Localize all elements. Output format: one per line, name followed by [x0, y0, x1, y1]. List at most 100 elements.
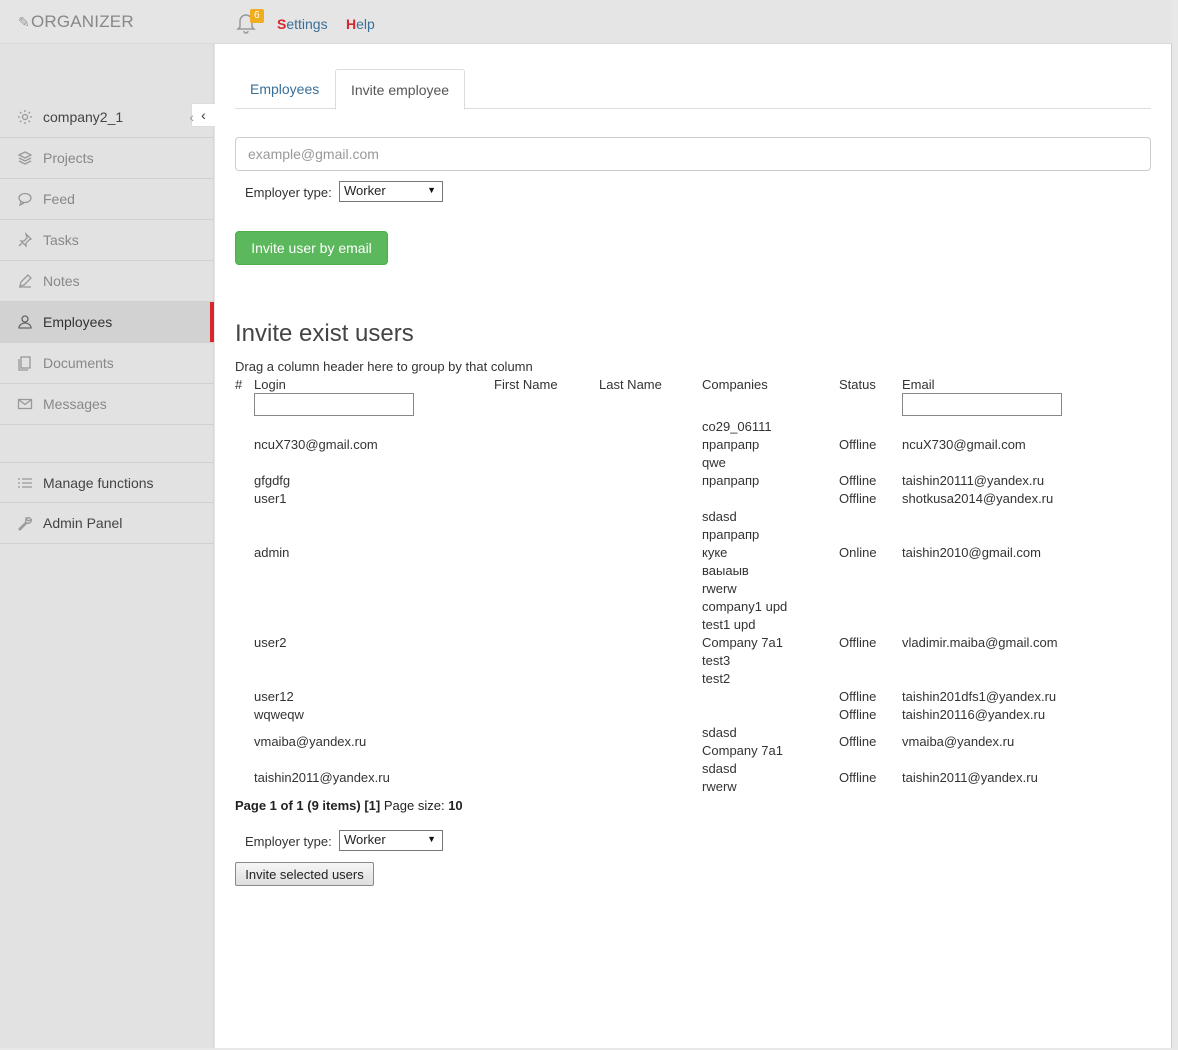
column-header-email[interactable]: Email	[902, 377, 935, 392]
email-cell: vladimir.maiba@gmail.com	[902, 635, 1058, 650]
email-cell: shotkusa2014@yandex.ru	[902, 491, 1054, 506]
sidebar-item-messages[interactable]: Messages	[0, 384, 214, 425]
email-cell: taishin20116@yandex.ru	[902, 707, 1046, 722]
chevron-left-icon: ‹	[189, 109, 194, 125]
gear-icon	[16, 108, 34, 126]
column-header-first-name[interactable]: First Name	[494, 377, 558, 392]
pager-page-link[interactable]: [1]	[364, 798, 380, 813]
settings-link-text: ettings	[286, 16, 328, 32]
help-link-initial: H	[346, 16, 357, 32]
email-cell: taishin2011@yandex.ru	[902, 770, 1038, 785]
company-cell: куке	[702, 545, 728, 560]
company-cell: test3	[702, 653, 731, 668]
company-cell: rwerw	[702, 581, 737, 596]
app-window: ✎ORGANIZER 6 Settings Help ‹ company2_1 …	[0, 0, 1178, 1050]
tab-bar: Employees Invite employee	[235, 69, 1151, 110]
sidebar-item-label: Tasks	[43, 232, 79, 248]
company-cell: Company 7a1	[702, 743, 783, 758]
company-cell: qwe	[702, 455, 726, 470]
company-cell: test2	[702, 671, 731, 686]
company-cell: test1 upd	[702, 617, 756, 632]
sidebar-item-label: Feed	[43, 191, 75, 207]
company-cell: ваыаыв	[702, 563, 749, 578]
sidebar-item-label: Employees	[43, 314, 113, 330]
users-icon	[16, 313, 34, 331]
help-link-text: elp	[356, 16, 375, 32]
status-cell: Offline	[839, 473, 877, 488]
sidebar-item-label: Manage functions	[43, 474, 154, 491]
column-header-number[interactable]: #	[235, 377, 242, 392]
employer-type-label: Employer type:	[245, 834, 332, 849]
notifications-badge: 6	[250, 9, 264, 23]
sidebar-item-admin-panel[interactable]: Admin Panel	[0, 503, 214, 544]
email-cell: vmaiba@yandex.ru	[902, 734, 1015, 749]
sidebar-item-notes[interactable]: Notes	[0, 261, 214, 302]
company-cell: co29_06111	[702, 419, 772, 434]
login-cell: admin	[254, 545, 290, 560]
app-logo[interactable]: ✎ORGANIZER	[18, 12, 134, 32]
tab-employees[interactable]: Employees	[235, 69, 334, 109]
login-cell: taishin2011@yandex.ru	[254, 770, 390, 785]
login-cell: user2	[254, 635, 287, 650]
sidebar-item-label: Admin Panel	[43, 515, 123, 531]
email-cell: taishin20111@yandex.ru	[902, 473, 1045, 488]
pencil-icon: ✎	[18, 14, 30, 30]
sidebar-item-label: Documents	[43, 355, 114, 371]
employer-type-value: Worker	[344, 832, 386, 847]
employer-type-label: Employer type:	[245, 185, 332, 200]
login-cell: wqweqw	[254, 707, 304, 722]
sidebar-item-manage-functions[interactable]: Manage functions	[0, 462, 214, 503]
company-cell: sdasd	[702, 761, 737, 776]
pin-icon	[16, 231, 34, 249]
login-cell: vmaiba@yandex.ru	[254, 734, 367, 749]
company-cell: sdasd	[702, 509, 737, 524]
documents-icon	[16, 354, 34, 372]
chat-icon	[16, 190, 34, 208]
settings-link[interactable]: Settings	[277, 16, 328, 32]
invite-selected-users-button[interactable]: Invite selected users	[235, 862, 374, 886]
column-header-companies[interactable]: Companies	[702, 377, 768, 392]
column-header-login[interactable]: Login	[254, 377, 286, 392]
sidebar-item-label: Notes	[43, 273, 80, 289]
sidebar-company-selector[interactable]: company2_1 ‹	[0, 97, 214, 138]
email-input[interactable]	[235, 137, 1151, 171]
help-link[interactable]: Help	[346, 16, 375, 32]
company-cell: прапрапр	[702, 473, 760, 488]
sidebar-item-label: Messages	[43, 396, 107, 412]
tab-invite-employee[interactable]: Invite employee	[335, 69, 466, 110]
section-title: Invite exist users	[235, 320, 414, 347]
status-cell: Offline	[839, 770, 877, 785]
page-size-label: Page size:	[383, 798, 445, 813]
email-cell: taishin2010@gmail.com	[902, 545, 1041, 560]
employer-type-value: Worker	[344, 183, 386, 198]
sidebar-item-employees[interactable]: Employees	[0, 302, 214, 343]
company-cell: sdasd	[702, 725, 737, 740]
page-size-value[interactable]: 10	[448, 798, 462, 813]
employer-type-select[interactable]: Worker ▼	[339, 181, 443, 202]
sidebar-item-feed[interactable]: Feed	[0, 179, 214, 220]
main-content: Employees Invite employee Employer type:…	[215, 44, 1172, 1048]
email-filter-input[interactable]	[902, 393, 1062, 416]
login-cell: gfgdfg	[254, 473, 291, 488]
sidebar: ‹ company2_1 ‹ Projects Feed Tasks Notes…	[0, 44, 215, 1048]
status-cell: Offline	[839, 689, 877, 704]
group-by-hint: Drag a column header here to group by th…	[235, 359, 533, 374]
login-cell: user1	[254, 491, 287, 506]
employer-type-select[interactable]: Worker ▼	[339, 830, 443, 851]
company-cell: company1 upd	[702, 599, 788, 614]
company-name: company2_1	[43, 109, 124, 125]
sidebar-item-tasks[interactable]: Tasks	[0, 220, 214, 261]
layers-icon	[16, 149, 34, 167]
settings-link-initial: S	[277, 16, 287, 32]
app-logo-text: ORGANIZER	[30, 12, 134, 31]
invite-by-email-button[interactable]: Invite user by email	[235, 231, 388, 265]
column-header-last-name[interactable]: Last Name	[599, 377, 662, 392]
sidebar-item-projects[interactable]: Projects	[0, 138, 214, 179]
status-cell: Offline	[839, 734, 877, 749]
login-filter-input[interactable]	[254, 393, 414, 416]
pager: Page 1 of 1 (9 items) [1] Page size: 10	[235, 798, 463, 813]
list-icon	[16, 474, 34, 492]
column-header-status[interactable]: Status	[839, 377, 876, 392]
pager-summary: Page 1 of 1 (9 items)	[235, 798, 361, 813]
sidebar-item-documents[interactable]: Documents	[0, 343, 214, 384]
